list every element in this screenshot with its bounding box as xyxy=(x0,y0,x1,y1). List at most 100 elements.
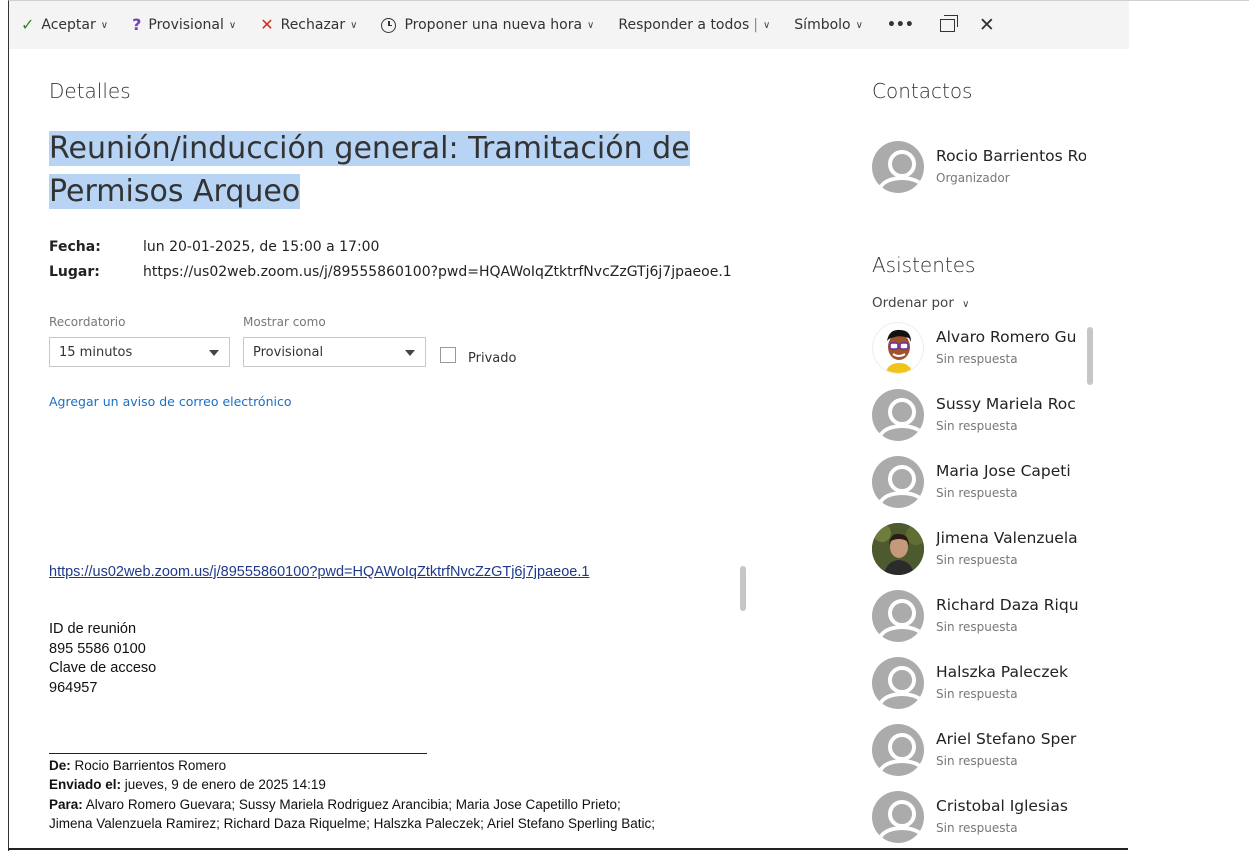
decline-button[interactable]: ✕ Rechazar ∨ xyxy=(248,1,369,49)
propose-label: Proponer una nueva hora xyxy=(404,17,583,33)
contacts-heading: Contactos xyxy=(872,79,973,103)
chevron-down-icon: ∨ xyxy=(100,19,109,31)
attendee-item[interactable]: Richard Daza Riqu Sin respuesta xyxy=(872,590,1129,646)
dropdown-arrow-icon xyxy=(405,350,415,356)
attendee-name: Jimena Valenzuela xyxy=(936,529,1078,547)
attendee-item[interactable]: Sussy Mariela Roc Sin respuesta xyxy=(872,389,1129,445)
attendee-status: Sin respuesta xyxy=(936,821,1018,835)
avatar xyxy=(872,141,924,193)
chevron-down-icon: ∨ xyxy=(228,19,237,31)
pop-out-button[interactable] xyxy=(926,1,969,49)
event-window: ✓ Aceptar ∨ ? Provisional ∨ ✕ Rechazar ∨… xyxy=(8,0,1129,851)
more-options-button[interactable]: ••• xyxy=(875,1,926,49)
avatar xyxy=(872,523,924,575)
show-as-select[interactable]: Provisional xyxy=(243,337,426,367)
show-as-label: Mostrar como xyxy=(243,315,326,329)
sort-label: Ordenar por xyxy=(872,295,954,311)
clock-icon xyxy=(381,17,397,33)
attendee-status: Sin respuesta xyxy=(936,620,1018,634)
propose-new-time-button[interactable]: Proponer una nueva hora ∨ xyxy=(369,1,606,49)
accept-button[interactable]: ✓ Aceptar ∨ xyxy=(9,1,120,49)
from-value: Rocio Barrientos Romero xyxy=(74,758,227,773)
organizer-contact[interactable]: Rocio Barrientos Ror Organizador xyxy=(872,141,1129,197)
private-label: Privado xyxy=(468,351,517,366)
attendee-name: Alvaro Romero Gu xyxy=(936,328,1077,346)
meeting-id-label: ID de reunión xyxy=(49,621,137,637)
reply-all-label: Responder a todos xyxy=(618,17,750,33)
date-value: lun 20-01-2025, de 15:00 a 17:00 xyxy=(143,239,380,255)
attendee-item[interactable]: Cristobal Iglesias Sin respuesta xyxy=(872,791,1129,847)
reminder-label: Recordatorio xyxy=(49,315,126,329)
zoom-link[interactable]: https://us02web.zoom.us/j/89555860100?pw… xyxy=(49,564,589,580)
attendee-name: Cristobal Iglesias xyxy=(936,797,1068,815)
chevron-down-icon: ∨ xyxy=(350,19,358,31)
chevron-down-icon: ∨ xyxy=(587,19,595,31)
close-button[interactable]: ✕ xyxy=(969,1,1005,49)
sort-by-button[interactable]: Ordenar por ∨ xyxy=(872,295,970,311)
from-line: De: Rocio Barrientos Romero xyxy=(49,757,749,775)
avatar xyxy=(872,590,924,642)
sent-line: Enviado el: jueves, 9 de enero de 2025 1… xyxy=(49,776,749,794)
attendee-name: Halszka Paleczek xyxy=(936,663,1068,681)
reply-all-button[interactable]: Responder a todos | ∨ xyxy=(606,1,782,49)
reminder-value: 15 minutos xyxy=(59,344,133,360)
avatar xyxy=(872,791,924,843)
avatar xyxy=(872,724,924,776)
attendee-status: Sin respuesta xyxy=(936,754,1018,768)
split-divider: | xyxy=(753,17,758,33)
date-row: Fecha: lun 20-01-2025, de 15:00 a 17:00 xyxy=(49,239,379,255)
avatar xyxy=(872,322,924,374)
attendee-item[interactable]: Maria Jose Capeti Sin respuesta xyxy=(872,456,1129,512)
attendee-status: Sin respuesta xyxy=(936,419,1018,433)
location-row: Lugar: https://us02web.zoom.us/j/8955586… xyxy=(49,264,732,280)
location-value: https://us02web.zoom.us/j/89555860100?pw… xyxy=(143,264,732,280)
attendee-name: Richard Daza Riqu xyxy=(936,596,1079,614)
tentative-label: Provisional xyxy=(148,17,224,33)
private-checkbox[interactable] xyxy=(440,347,456,363)
avatar xyxy=(872,456,924,508)
decline-label: Rechazar xyxy=(280,17,346,33)
more-icon: ••• xyxy=(886,17,914,33)
passcode-value: 964957 xyxy=(49,679,98,696)
attendee-status: Sin respuesta xyxy=(936,352,1018,366)
chevron-down-icon: ∨ xyxy=(962,299,970,310)
location-label: Lugar: xyxy=(49,264,100,280)
attendee-item[interactable]: Ariel Stefano Sper Sin respuesta xyxy=(872,724,1129,780)
body-scrollbar[interactable] xyxy=(740,566,746,611)
to-line-2: Jimena Valenzuela Ramirez; Richard Daza … xyxy=(49,815,749,833)
close-icon: ✕ xyxy=(978,14,995,36)
attendees-heading: Asistentes xyxy=(872,253,976,277)
meeting-id-value: 895 5586 0100 xyxy=(49,640,146,657)
to-value-1: Alvaro Romero Guevara; Sussy Mariela Rod… xyxy=(85,797,621,812)
passcode-label: Clave de acceso xyxy=(49,660,157,676)
to-value-2: Jimena Valenzuela Ramirez; Richard Daza … xyxy=(49,816,656,831)
avatar xyxy=(872,657,924,709)
attendee-name: Sussy Mariela Roc xyxy=(936,395,1076,413)
sent-value: jueves, 9 de enero de 2025 14:19 xyxy=(124,777,326,792)
symbol-label: Símbolo xyxy=(794,17,851,33)
attendee-item[interactable]: Halszka Paleczek Sin respuesta xyxy=(872,657,1129,713)
sent-label: Enviado el: xyxy=(49,777,122,792)
attendees-scrollbar[interactable] xyxy=(1087,327,1093,385)
decline-x-icon: ✕ xyxy=(260,15,274,34)
tentative-button[interactable]: ? Provisional ∨ xyxy=(120,1,248,49)
chevron-down-icon: ∨ xyxy=(855,19,863,31)
date-label: Fecha: xyxy=(49,239,101,255)
meeting-info: ID de reunión 895 5586 0100 Clave de acc… xyxy=(49,620,156,698)
from-label: De: xyxy=(49,758,71,773)
checkmark-icon: ✓ xyxy=(21,15,35,34)
attendee-status: Sin respuesta xyxy=(936,687,1018,701)
pop-out-icon xyxy=(939,14,958,32)
reminder-select[interactable]: 15 minutos xyxy=(49,337,230,367)
attendee-status: Sin respuesta xyxy=(936,553,1018,567)
avatar xyxy=(872,389,924,441)
divider-line xyxy=(49,753,427,754)
toolbar: ✓ Aceptar ∨ ? Provisional ∨ ✕ Rechazar ∨… xyxy=(9,1,1129,49)
attendee-name: Ariel Stefano Sper xyxy=(936,730,1077,748)
add-email-reminder-link[interactable]: Agregar un aviso de correo electrónico xyxy=(49,394,292,409)
symbol-button[interactable]: Símbolo ∨ xyxy=(782,1,875,49)
chevron-down-icon[interactable]: ∨ xyxy=(763,20,770,31)
attendee-status: Sin respuesta xyxy=(936,486,1018,500)
attendee-item[interactable]: Jimena Valenzuela Sin respuesta xyxy=(872,523,1129,579)
show-as-value: Provisional xyxy=(253,344,324,360)
